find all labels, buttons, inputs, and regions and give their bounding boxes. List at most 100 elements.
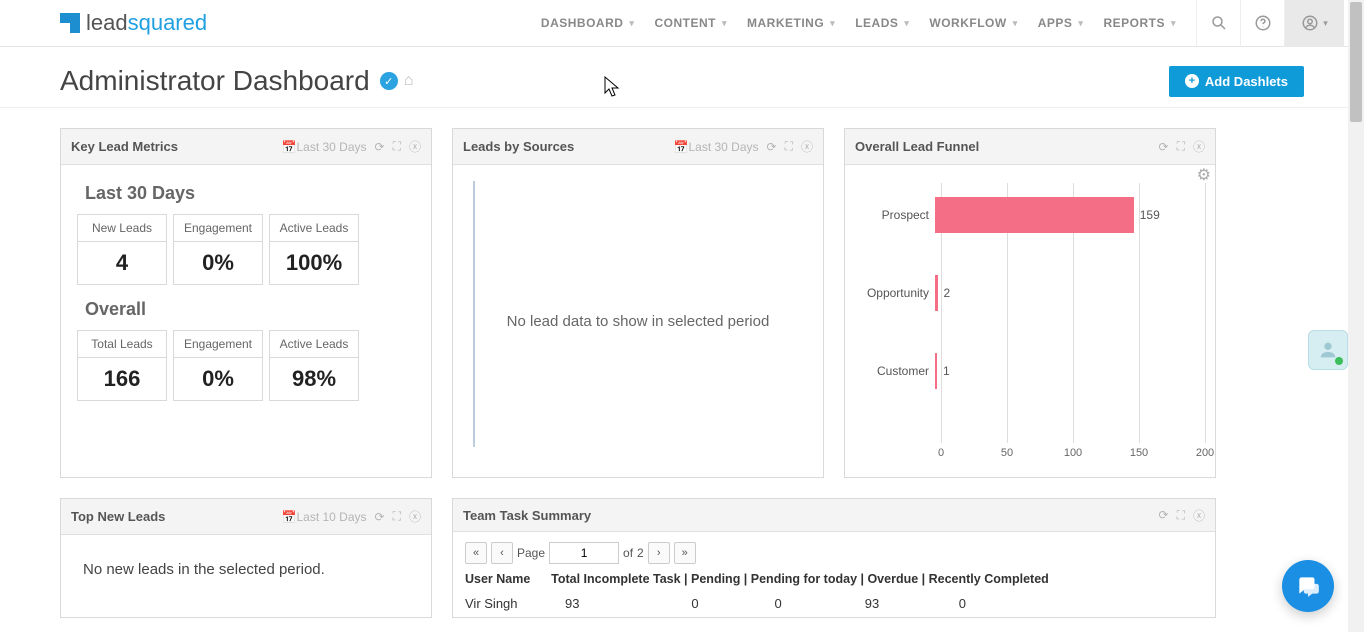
period-label: Last 30 Days xyxy=(296,140,366,154)
funnel-category-label: Opportunity xyxy=(855,286,935,300)
period-selector[interactable]: 📅 Last 30 Days xyxy=(282,140,367,154)
x-tick: 0 xyxy=(938,447,944,459)
nav-label: DASHBOARD xyxy=(541,16,624,30)
pager-total: 2 xyxy=(637,546,644,560)
task-row-user: Vir Singh xyxy=(465,596,565,611)
metric-cell: Engagement0% xyxy=(173,214,263,285)
funnel-row: Opportunity 2 xyxy=(855,271,1205,315)
metric-value: 166 xyxy=(78,358,166,400)
chevron-down-icon: ▾ xyxy=(722,18,727,29)
refresh-icon[interactable]: ⟳ xyxy=(1159,508,1169,522)
metric-value: 98% xyxy=(270,358,358,400)
dashlet-title: Team Task Summary xyxy=(463,508,591,523)
title-badges: ✓ ⌂ xyxy=(380,72,414,90)
metric-label: Active Leads xyxy=(270,331,358,358)
refresh-icon[interactable]: ⟳ xyxy=(375,510,385,524)
dashlet-toolbar: 📅 Last 30 Days ⟳ ⛶ ⓧ xyxy=(282,138,421,155)
dashlet-body: « ‹ Page of 2 › » User Name Total Incomp… xyxy=(453,532,1215,617)
dashlet-top-new-leads: Top New Leads 📅 Last 10 Days ⟳ ⛶ ⓧ No ne… xyxy=(60,498,432,618)
close-icon[interactable]: ⓧ xyxy=(1193,507,1205,524)
metric-cell: Active Leads100% xyxy=(269,214,359,285)
section-title: Last 30 Days xyxy=(85,183,415,204)
period-selector[interactable]: 📅 Last 30 Days xyxy=(674,140,759,154)
page-scrollbar[interactable] xyxy=(1348,0,1364,632)
nav-workflow[interactable]: WORKFLOW▾ xyxy=(919,16,1027,30)
close-icon[interactable]: ⓧ xyxy=(409,138,421,155)
chat-fab[interactable] xyxy=(1282,560,1334,612)
section-title: Overall xyxy=(85,299,415,320)
dashlet-body: ⚙ 050100150200 Prospect159Opportunity2Cu… xyxy=(845,165,1215,477)
nav-marketing[interactable]: MARKETING▾ xyxy=(737,16,845,30)
metric-row: Total Leads166 Engagement0% Active Leads… xyxy=(77,330,415,401)
expand-icon[interactable]: ⛶ xyxy=(785,139,793,154)
metric-cell: Active Leads98% xyxy=(269,330,359,401)
funnel-bar xyxy=(935,197,1134,233)
logo-text: leadsquared xyxy=(86,10,207,36)
funnel-bar xyxy=(935,275,938,311)
home-icon[interactable]: ⌂ xyxy=(404,72,414,90)
presence-widget[interactable] xyxy=(1308,330,1348,370)
help-button[interactable] xyxy=(1240,0,1284,47)
x-tick: 150 xyxy=(1130,447,1148,459)
refresh-icon[interactable]: ⟳ xyxy=(1159,140,1169,154)
metric-label: Active Leads xyxy=(270,215,358,242)
close-icon[interactable]: ⓧ xyxy=(1193,138,1205,155)
metric-label: Engagement xyxy=(174,215,262,242)
dashlet-team-task-summary: Team Task Summary ⟳ ⛶ ⓧ « ‹ Page of 2 › … xyxy=(452,498,1216,618)
metric-value: 4 xyxy=(78,242,166,284)
refresh-icon[interactable]: ⟳ xyxy=(375,140,385,154)
profile-menu[interactable]: ▾ xyxy=(1284,0,1344,47)
period-selector[interactable]: 📅 Last 10 Days xyxy=(282,510,367,524)
dashlet-header: Top New Leads 📅 Last 10 Days ⟳ ⛶ ⓧ xyxy=(61,499,431,535)
dashlet-header: Key Lead Metrics 📅 Last 30 Days ⟳ ⛶ ⓧ xyxy=(61,129,431,165)
pager-first[interactable]: « xyxy=(465,542,487,564)
dashlet-toolbar: ⟳ ⛶ ⓧ xyxy=(1159,138,1205,155)
expand-icon[interactable]: ⛶ xyxy=(393,509,401,524)
nav-apps[interactable]: APPS▾ xyxy=(1028,16,1094,30)
task-row-values: 93 0 0 93 0 xyxy=(565,596,1203,611)
dashlet-header: Team Task Summary ⟳ ⛶ ⓧ xyxy=(453,499,1215,532)
nav-leads[interactable]: LEADS▾ xyxy=(845,16,919,30)
dashlet-title: Top New Leads xyxy=(71,509,165,524)
gear-icon[interactable]: ⚙ xyxy=(1197,165,1211,185)
pager-last[interactable]: » xyxy=(674,542,696,564)
default-dashboard-icon[interactable]: ✓ xyxy=(380,72,398,90)
funnel-category-label: Customer xyxy=(855,364,935,378)
empty-message: No lead data to show in selected period xyxy=(507,313,770,330)
dashlet-title: Leads by Sources xyxy=(463,139,574,154)
x-tick: 50 xyxy=(1001,447,1013,459)
nav-dashboard[interactable]: DASHBOARD▾ xyxy=(531,16,645,30)
pager-prev[interactable]: ‹ xyxy=(491,542,513,564)
pager-page-input[interactable] xyxy=(549,542,619,564)
funnel-value-label: 2 xyxy=(944,286,951,300)
add-dashlets-button[interactable]: + Add Dashlets xyxy=(1169,66,1304,97)
expand-icon[interactable]: ⛶ xyxy=(393,139,401,154)
scrollbar-thumb[interactable] xyxy=(1350,2,1362,122)
dashlet-toolbar: 📅 Last 10 Days ⟳ ⛶ ⓧ xyxy=(282,508,421,525)
nav-content[interactable]: CONTENT▾ xyxy=(644,16,737,30)
search-icon xyxy=(1210,14,1228,32)
help-icon xyxy=(1254,14,1272,32)
close-icon[interactable]: ⓧ xyxy=(409,508,421,525)
main-nav: DASHBOARD▾ CONTENT▾ MARKETING▾ LEADS▾ WO… xyxy=(531,16,1186,30)
metric-cell: Total Leads166 xyxy=(77,330,167,401)
period-label: Last 30 Days xyxy=(688,140,758,154)
dashlet-key-lead-metrics: Key Lead Metrics 📅 Last 30 Days ⟳ ⛶ ⓧ La… xyxy=(60,128,432,478)
logo[interactable]: leadsquared xyxy=(60,10,207,36)
x-tick: 200 xyxy=(1196,447,1214,459)
expand-icon[interactable]: ⛶ xyxy=(1177,508,1185,523)
dashlet-body: Last 30 Days New Leads4 Engagement0% Act… xyxy=(61,165,431,477)
nav-reports[interactable]: REPORTS▾ xyxy=(1093,16,1186,30)
expand-icon[interactable]: ⛶ xyxy=(1177,139,1185,154)
metric-cell: New Leads4 xyxy=(77,214,167,285)
search-button[interactable] xyxy=(1196,0,1240,47)
pager-next[interactable]: › xyxy=(648,542,670,564)
plus-icon: + xyxy=(1185,74,1199,88)
dashlet-row-1: Key Lead Metrics 📅 Last 30 Days ⟳ ⛶ ⓧ La… xyxy=(0,108,1364,478)
dashlet-toolbar: ⟳ ⛶ ⓧ xyxy=(1159,507,1205,524)
logo-text-squared: squared xyxy=(128,10,208,35)
refresh-icon[interactable]: ⟳ xyxy=(767,140,777,154)
metric-label: Total Leads xyxy=(78,331,166,358)
metric-cell: Engagement0% xyxy=(173,330,263,401)
close-icon[interactable]: ⓧ xyxy=(801,138,813,155)
